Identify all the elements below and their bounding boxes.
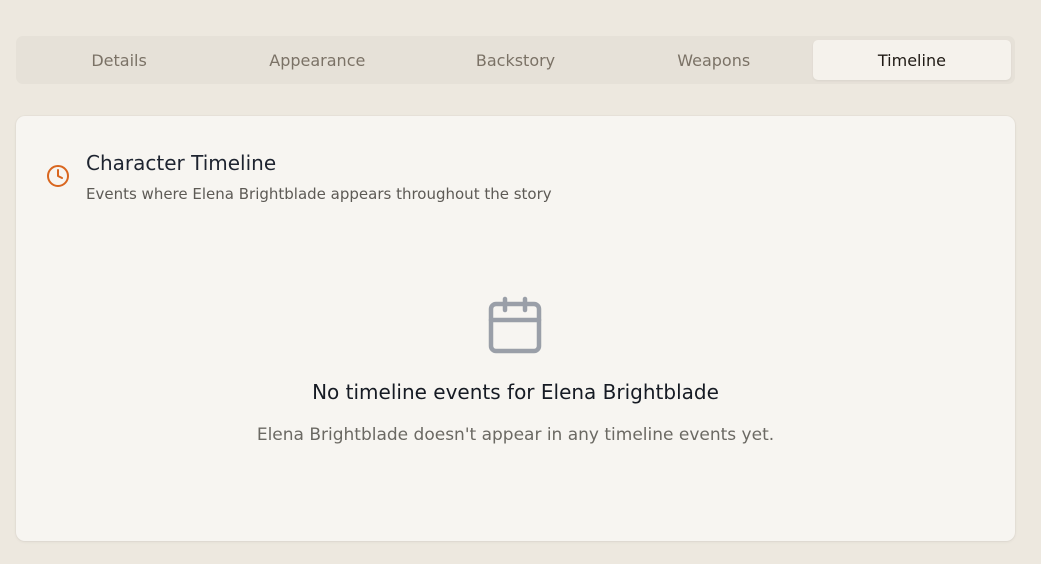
timeline-title: Character Timeline xyxy=(86,151,277,175)
timeline-subtitle: Events where Elena Brightblade appears t… xyxy=(86,185,552,203)
timeline-card: Character Timeline Events where Elena Br… xyxy=(16,116,1015,541)
empty-state-message: Elena Brightblade doesn't appear in any … xyxy=(256,425,775,445)
calendar-icon xyxy=(488,296,542,354)
empty-state-title: No timeline events for Elena Brightblade xyxy=(312,380,719,404)
tab-timeline[interactable]: Timeline xyxy=(812,40,1012,80)
tab-appearance[interactable]: Appearance xyxy=(218,40,416,80)
clock-icon xyxy=(47,165,69,187)
tab-bar: Details Appearance Backstory Weapons Tim… xyxy=(16,36,1015,84)
tab-backstory[interactable]: Backstory xyxy=(416,40,614,80)
tab-weapons[interactable]: Weapons xyxy=(615,40,813,80)
tab-details[interactable]: Details xyxy=(20,40,218,80)
